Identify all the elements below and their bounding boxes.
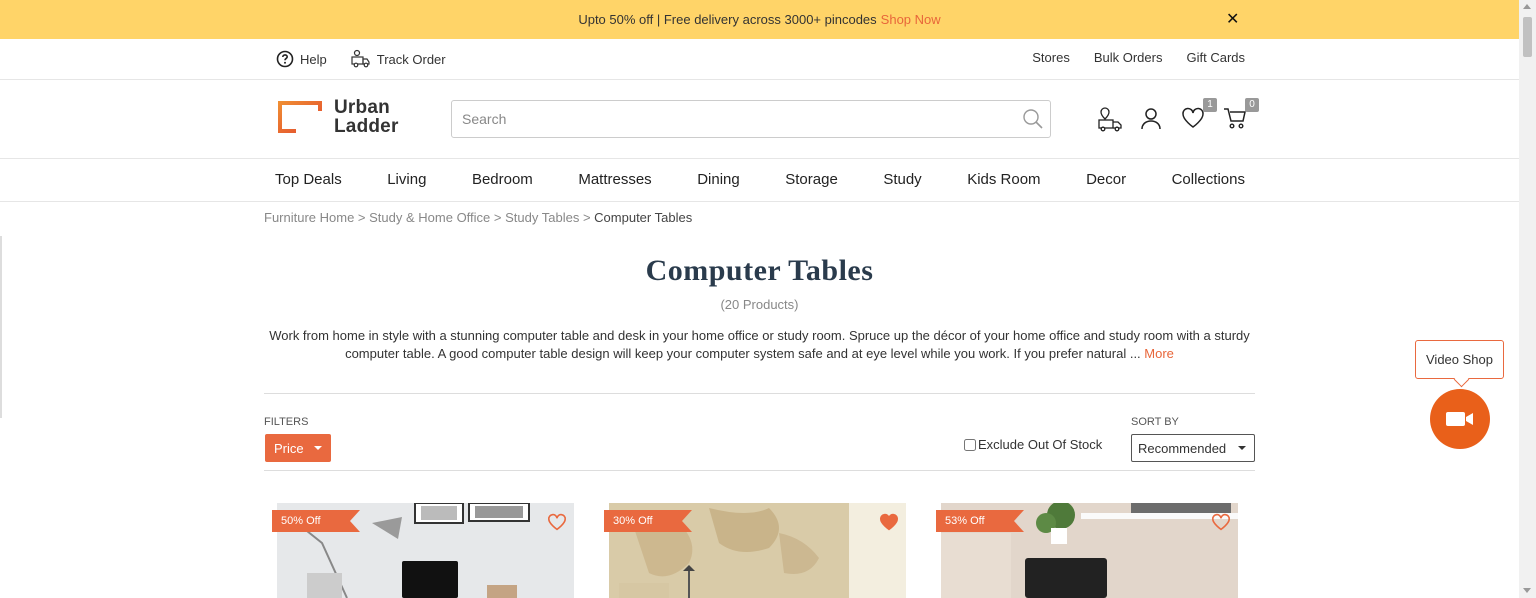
gift-cards-link[interactable]: Gift Cards [1186, 50, 1245, 65]
wishlist-button[interactable]: 1 [1181, 98, 1217, 130]
nav-mattresses[interactable]: Mattresses [578, 171, 651, 188]
breadcrumb-separator: > [490, 210, 506, 225]
scrollbar-thumb[interactable] [1523, 17, 1532, 57]
discount-tag: 50% Off [272, 510, 360, 532]
sort-select[interactable]: Recommended [1131, 434, 1255, 462]
search-icon[interactable] [1022, 108, 1044, 130]
exclude-out-of-stock-checkbox[interactable] [964, 438, 976, 451]
wishlist-heart-icon[interactable] [1211, 513, 1231, 531]
video-shop-button[interactable] [1430, 389, 1490, 449]
product-count: (20 Products) [720, 297, 799, 312]
divider [264, 470, 1255, 471]
chevron-down-icon [313, 446, 322, 450]
nav-study[interactable]: Study [883, 171, 921, 188]
discount-tag: 30% Off [604, 510, 692, 532]
shop-now-link[interactable]: Shop Now [881, 12, 941, 27]
side-divider [0, 236, 2, 418]
more-link[interactable]: More [1144, 346, 1174, 361]
nav-kids-room[interactable]: Kids Room [967, 171, 1040, 188]
breadcrumb-separator: > [579, 210, 595, 225]
scrollbar[interactable] [1519, 0, 1536, 598]
breadcrumb-study-tables[interactable]: Study Tables [505, 210, 579, 225]
nav-dining[interactable]: Dining [697, 171, 740, 188]
breadcrumb-study-home-office[interactable]: Study & Home Office [369, 210, 490, 225]
exclude-out-of-stock-label: Exclude Out Of Stock [978, 437, 1103, 452]
breadcrumb-current: Computer Tables [594, 210, 693, 225]
sort-selected-value: Recommended [1138, 440, 1227, 456]
urban-ladder-logo[interactable]: Urban Ladder [276, 98, 399, 136]
sort-by-label: SORT BY [1131, 416, 1179, 428]
chevron-down-icon [1238, 446, 1246, 450]
promo-banner: Upto 50% off | Free delivery across 3000… [0, 0, 1519, 39]
logo-line-1: Urban [334, 97, 390, 118]
wishlist-heart-icon[interactable] [879, 513, 899, 531]
discount-tag: 53% Off [936, 510, 1024, 532]
nav-bedroom[interactable]: Bedroom [472, 171, 533, 188]
cart-count-badge: 0 [1245, 98, 1259, 112]
page-title: Computer Tables [645, 254, 874, 287]
promo-text: Upto 50% off | Free delivery across 3000… [578, 12, 877, 27]
nav-top-deals[interactable]: Top Deals [275, 171, 342, 188]
wishlist-count-badge: 1 [1203, 98, 1217, 112]
heart-icon [1182, 107, 1204, 128]
track-order-label: Track Order [376, 51, 446, 67]
video-camera-icon [1446, 412, 1473, 426]
logo-mark-icon [278, 101, 322, 133]
nav-storage[interactable]: Storage [785, 171, 838, 188]
logo-line-2: Ladder [334, 116, 399, 137]
store-locator-button[interactable] [1097, 106, 1122, 132]
category-description: Work from home in style with a stunning … [264, 327, 1255, 363]
nav-collections[interactable]: Collections [1172, 171, 1245, 188]
close-banner-icon[interactable]: ✕ [1226, 9, 1239, 29]
description-text: Work from home in style with a stunning … [269, 328, 1250, 361]
filters-label: FILTERS [264, 416, 309, 428]
search-input[interactable] [452, 101, 1012, 137]
breadcrumb-furniture-home[interactable]: Furniture Home [264, 210, 354, 225]
breadcrumb: Furniture Home > Study & Home Office > S… [264, 210, 692, 225]
scroll-up-arrow[interactable] [1523, 4, 1531, 9]
nav-decor[interactable]: Decor [1086, 171, 1126, 188]
divider [264, 393, 1255, 394]
cart-icon [1224, 108, 1246, 129]
cart-button[interactable]: 0 [1223, 98, 1259, 130]
search-box[interactable] [451, 100, 1051, 138]
help-icon [276, 50, 294, 68]
category-nav: Top Deals Living Bedroom Mattresses Dini… [0, 159, 1519, 202]
nav-living[interactable]: Living [387, 171, 426, 188]
wishlist-heart-icon[interactable] [547, 513, 567, 531]
help-link[interactable]: Help [276, 50, 327, 68]
price-filter-button[interactable]: Price [265, 434, 331, 462]
price-filter-label: Price [274, 440, 304, 456]
store-locator-icon [1098, 107, 1122, 132]
stores-link[interactable]: Stores [1032, 50, 1070, 65]
help-label: Help [300, 51, 327, 67]
account-button[interactable] [1139, 106, 1163, 130]
breadcrumb-separator: > [354, 210, 370, 225]
utility-bar: Help Track Order Stores Bulk Orders Gift… [0, 39, 1519, 80]
bulk-orders-link[interactable]: Bulk Orders [1094, 50, 1163, 65]
scroll-down-arrow[interactable] [1523, 588, 1531, 593]
track-order-link[interactable]: Track Order [351, 49, 446, 69]
user-icon [1141, 108, 1161, 130]
exclude-out-of-stock[interactable]: Exclude Out Of Stock [964, 437, 1102, 452]
truck-icon [351, 49, 370, 68]
site-header: Urban Ladder 1 0 [0, 80, 1519, 159]
video-shop-tooltip[interactable]: Video Shop [1415, 340, 1504, 379]
